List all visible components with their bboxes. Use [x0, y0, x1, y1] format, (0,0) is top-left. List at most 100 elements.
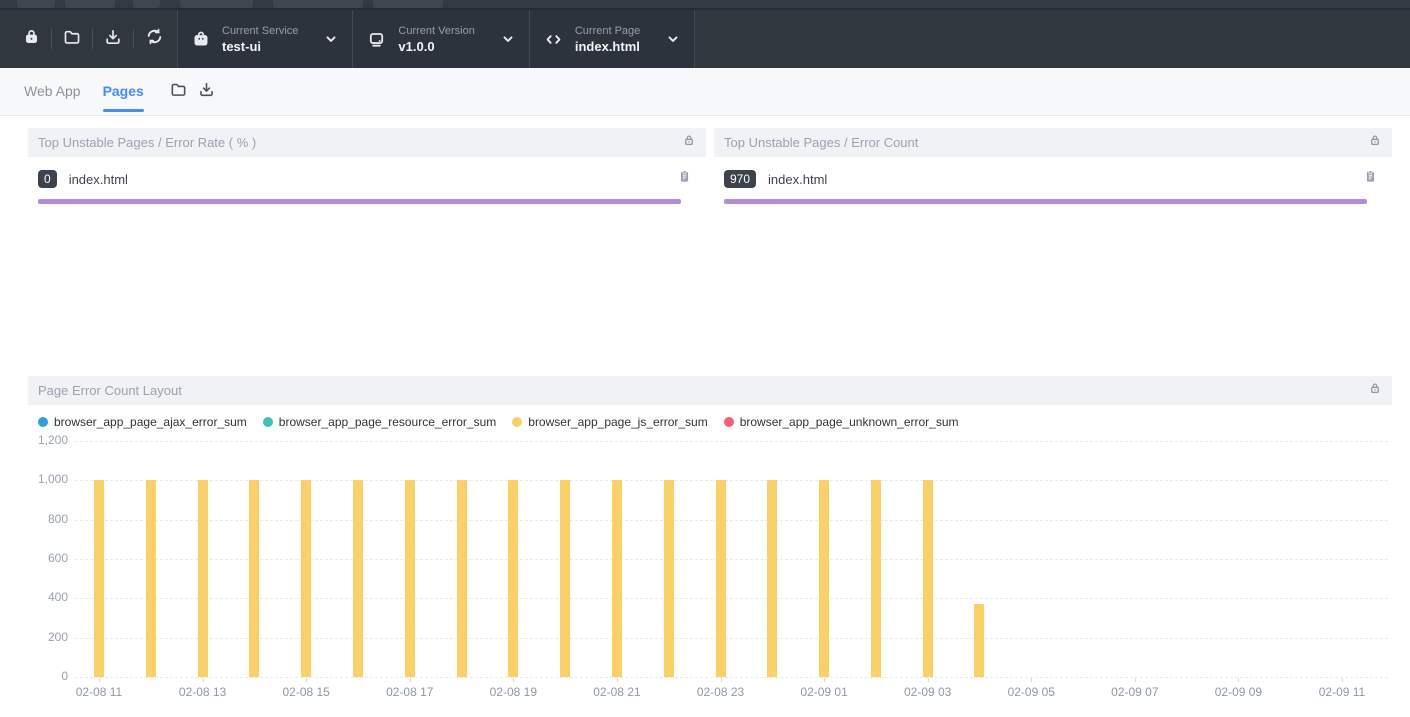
legend-item-ajax[interactable]: browser_app_page_ajax_error_sum: [38, 415, 247, 429]
y-axis-label: 1,200: [28, 433, 68, 447]
refresh-button[interactable]: [137, 22, 171, 56]
gridline: [75, 441, 1388, 442]
chart-bar[interactable]: [716, 480, 726, 677]
x-axis-label: 02-09 05: [996, 685, 1066, 699]
tab-web-app[interactable]: Web App: [24, 68, 81, 116]
y-axis-label: 600: [28, 551, 68, 565]
x-axis-label: 02-08 15: [271, 685, 341, 699]
x-axis-label: 02-08 23: [686, 685, 756, 699]
top-panels-row: Top Unstable Pages / Error Rate ( % ) 0 …: [28, 128, 1392, 368]
laptop-icon: [367, 30, 386, 49]
page-name: index.html: [768, 172, 1360, 187]
x-axis-tick: [1135, 678, 1136, 682]
lock-icon[interactable]: [682, 133, 696, 152]
panel-body: 970 index.html: [714, 157, 1392, 368]
chart-bar[interactable]: [923, 480, 933, 677]
lock-button[interactable]: [14, 22, 48, 56]
copy-button[interactable]: [1360, 169, 1380, 189]
x-axis-label: 02-09 01: [789, 685, 859, 699]
legend-item-unknown[interactable]: browser_app_page_unknown_error_sum: [724, 415, 959, 429]
panel-title: Page Error Count Layout: [38, 383, 182, 398]
tabbar: Web App Pages: [0, 68, 1410, 116]
chart-bar[interactable]: [974, 604, 984, 677]
chart-bar[interactable]: [508, 480, 518, 677]
chart-bar[interactable]: [405, 480, 415, 677]
selector-value: test-ui: [222, 38, 298, 55]
download-icon: [104, 28, 122, 51]
strip-button[interactable]: [273, 0, 363, 8]
panel-body: browser_app_page_ajax_error_sum browser_…: [28, 405, 1392, 703]
strip-button[interactable]: [373, 0, 443, 8]
divider: [92, 29, 93, 49]
lock-icon[interactable]: [1368, 133, 1382, 152]
panel-title: Top Unstable Pages / Error Rate ( % ): [38, 135, 256, 150]
x-axis-label: 02-09 07: [1100, 685, 1170, 699]
legend-dot: [724, 417, 734, 427]
legend-item-resource[interactable]: browser_app_page_resource_error_sum: [263, 415, 496, 429]
panel-error-count-layout: Page Error Count Layout browser_app_page…: [28, 376, 1392, 703]
strip-button[interactable]: [65, 0, 115, 8]
lock-icon: [23, 28, 40, 50]
list-item[interactable]: 970 index.html: [724, 169, 1380, 204]
chart-bar[interactable]: [198, 480, 208, 677]
x-axis-label: 02-09 03: [893, 685, 963, 699]
lock-icon[interactable]: [1368, 381, 1382, 400]
x-axis-tick: [1342, 678, 1343, 682]
usage-bar: [38, 199, 681, 204]
selector-label: Current Page: [575, 24, 640, 38]
x-axis-tick: [824, 678, 825, 682]
export-button[interactable]: [96, 22, 130, 56]
strip-button[interactable]: [180, 0, 253, 8]
chart-bar[interactable]: [353, 480, 363, 677]
chart-bar[interactable]: [146, 480, 156, 677]
value-badge: 970: [724, 170, 756, 188]
code-icon: [544, 30, 563, 49]
chart-legend: browser_app_page_ajax_error_sum browser_…: [28, 405, 1392, 431]
chart-bar[interactable]: [871, 480, 881, 677]
y-axis-label: 800: [28, 512, 68, 526]
version-selector[interactable]: Current Version v1.0.0: [352, 10, 528, 68]
copy-button[interactable]: [674, 169, 694, 189]
chart-bar[interactable]: [819, 480, 829, 677]
chart-bar[interactable]: [560, 480, 570, 677]
list-item[interactable]: 0 index.html: [38, 169, 694, 204]
panel-error-count: Top Unstable Pages / Error Count 970 ind…: [714, 128, 1392, 368]
toolbar: Current Service test-ui Current Version …: [0, 10, 1410, 68]
gridline: [75, 520, 1388, 521]
chevron-down-icon: [501, 32, 515, 46]
export-button[interactable]: [194, 79, 220, 105]
chart-bar[interactable]: [301, 480, 311, 677]
chart-bar[interactable]: [664, 480, 674, 677]
legend-label: browser_app_page_ajax_error_sum: [54, 415, 247, 429]
panel-body: 0 index.html: [28, 157, 706, 368]
folder-button[interactable]: [55, 22, 89, 56]
x-axis-tick: [1238, 678, 1239, 682]
x-axis-label: 02-08 17: [375, 685, 445, 699]
chart-bar[interactable]: [94, 480, 104, 677]
strip-button[interactable]: [133, 0, 160, 8]
selector-label: Current Service: [222, 24, 298, 38]
gridline: [75, 598, 1388, 599]
chart-bar[interactable]: [612, 480, 622, 677]
x-axis-label: 02-08 11: [64, 685, 134, 699]
chart-bar[interactable]: [457, 480, 467, 677]
service-selector[interactable]: Current Service test-ui: [177, 10, 352, 68]
page-selector[interactable]: Current Page index.html: [529, 10, 695, 68]
x-axis-label: 02-08 21: [582, 685, 652, 699]
legend-label: browser_app_page_js_error_sum: [528, 415, 707, 429]
x-axis-tick: [1031, 678, 1032, 682]
bar-chart[interactable]: 02004006008001,0001,20002-08 1102-08 130…: [28, 431, 1392, 703]
selector-value: index.html: [575, 38, 640, 55]
strip-button[interactable]: [17, 0, 55, 8]
folder-button[interactable]: [166, 79, 192, 105]
gridline: [75, 638, 1388, 639]
chevron-down-icon: [324, 32, 338, 46]
page-name: index.html: [69, 172, 674, 187]
chart-bar[interactable]: [767, 480, 777, 677]
legend-dot: [38, 417, 48, 427]
tab-pages[interactable]: Pages: [103, 68, 144, 116]
x-axis-tick: [617, 678, 618, 682]
legend-item-js[interactable]: browser_app_page_js_error_sum: [512, 415, 707, 429]
y-axis-label: 0: [28, 669, 68, 683]
chart-bar[interactable]: [249, 480, 259, 677]
